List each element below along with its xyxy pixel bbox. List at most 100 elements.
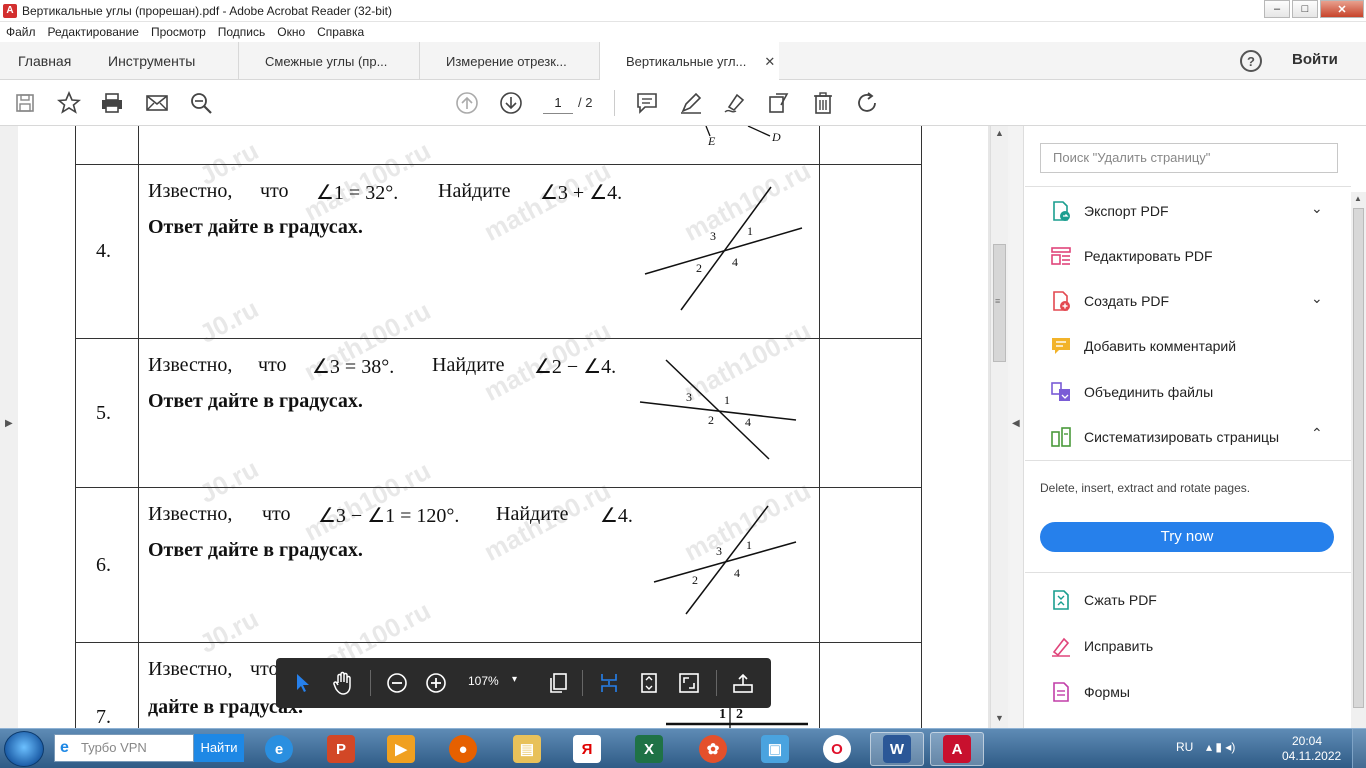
rotate-icon[interactable]: [854, 90, 880, 116]
close-button[interactable]: ✕: [1320, 0, 1364, 18]
tab-doc-adjacent-angles[interactable]: Смежные углы (пр...: [238, 42, 420, 80]
panel-scrollbar[interactable]: ▲: [1351, 192, 1366, 728]
scroll-down-icon[interactable]: ▼: [995, 713, 1004, 723]
zoom-dropdown-icon[interactable]: ▾: [512, 674, 517, 685]
share-edit-icon[interactable]: [766, 90, 792, 116]
trash-icon[interactable]: [810, 90, 836, 116]
collapse-right-icon[interactable]: ◀: [1012, 418, 1020, 429]
hand-tool-icon[interactable]: [330, 670, 356, 696]
sign-pen-icon[interactable]: [722, 90, 748, 116]
fit-page-icon[interactable]: [636, 670, 662, 696]
tool-organize-pages[interactable]: Систематизировать страницы: [1049, 425, 1279, 449]
figure-partial: E D: [705, 126, 781, 148]
tool-create-pdf[interactable]: Создать PDF: [1049, 289, 1169, 313]
document-scrollbar[interactable]: ▲ ≡ ▼: [990, 126, 1008, 728]
email-icon[interactable]: [144, 90, 170, 116]
compress-pdf-icon: [1049, 588, 1073, 612]
menu-window[interactable]: Окно: [277, 25, 305, 39]
export-tray-icon[interactable]: [730, 670, 756, 696]
media-player-app-icon[interactable]: ▶: [374, 732, 428, 766]
tool-fix[interactable]: Исправить: [1049, 634, 1153, 658]
task-word: что: [250, 658, 279, 680]
watermark: math100.ru: [298, 455, 436, 547]
bookmark-star-icon[interactable]: [56, 90, 82, 116]
scroll-thumb[interactable]: [1353, 208, 1364, 708]
panel-divider: [1025, 460, 1351, 461]
taskbar-search-button[interactable]: Найти: [194, 734, 244, 762]
task-answer-note: Ответ дайте в градусах.: [148, 539, 363, 561]
tool-add-comment[interactable]: Добавить комментарий: [1049, 334, 1236, 358]
minimize-button[interactable]: –: [1264, 0, 1290, 18]
right-panel-toggle[interactable]: ◀: [1008, 126, 1024, 728]
menu-help[interactable]: Справка: [317, 25, 364, 39]
taskbar-search-input[interactable]: e Турбо VPN: [54, 734, 194, 762]
explorer-app-icon[interactable]: ▤: [500, 732, 554, 766]
fit-width-icon[interactable]: [596, 670, 622, 696]
tool-forms[interactable]: Формы: [1049, 680, 1130, 704]
task-number: 4.: [96, 240, 111, 262]
powerpoint-app-icon[interactable]: P: [314, 732, 368, 766]
expand-left-icon[interactable]: ▶: [5, 418, 13, 429]
select-cursor-icon[interactable]: [290, 670, 316, 696]
menu-sign[interactable]: Подпись: [218, 25, 266, 39]
left-panel-toggle[interactable]: ▶: [0, 126, 18, 728]
acrobat-app-icon[interactable]: A: [930, 732, 984, 766]
window-title: Вертикальные углы (прорешан).pdf - Adobe…: [22, 3, 392, 18]
tool-compress-pdf[interactable]: Сжать PDF: [1049, 588, 1157, 612]
next-page-icon[interactable]: [498, 90, 524, 116]
fullscreen-icon[interactable]: [676, 670, 702, 696]
menu-edit[interactable]: Редактирование: [48, 25, 139, 39]
opera-app-icon[interactable]: O: [810, 732, 864, 766]
comment-icon[interactable]: [634, 90, 660, 116]
menu-file[interactable]: Файл: [6, 25, 36, 39]
save-icon[interactable]: [12, 90, 38, 116]
tool-export-pdf[interactable]: Экспорт PDF: [1049, 199, 1169, 223]
language-indicator[interactable]: RU: [1176, 740, 1193, 754]
print-icon[interactable]: [99, 90, 125, 116]
tool-label: Добавить комментарий: [1084, 338, 1237, 354]
zoom-search-icon[interactable]: [188, 90, 214, 116]
reels-app-icon[interactable]: ✿: [686, 732, 740, 766]
tab-tools[interactable]: Инструменты: [108, 42, 195, 80]
tools-search-input[interactable]: Поиск "Удалить страницу": [1040, 143, 1338, 173]
menu-view[interactable]: Просмотр: [151, 25, 206, 39]
scroll-up-icon[interactable]: ▲: [995, 128, 1004, 138]
help-icon[interactable]: ?: [1240, 50, 1262, 72]
zoom-level[interactable]: 107%: [468, 674, 499, 688]
signin-link[interactable]: Войти: [1292, 51, 1338, 68]
title-bar: A Вертикальные углы (прорешан).pdf - Ado…: [0, 0, 1366, 22]
scroll-up-icon[interactable]: ▲: [1354, 194, 1362, 203]
maximize-button[interactable]: □: [1292, 0, 1318, 18]
tab-doc-segment-measure[interactable]: Измерение отрезк...: [419, 42, 599, 80]
tool-edit-pdf[interactable]: Редактировать PDF: [1049, 244, 1213, 268]
chevron-down-icon[interactable]: ⌄: [1311, 200, 1323, 217]
zoom-in-icon[interactable]: [423, 670, 449, 696]
page-view-icon[interactable]: [545, 670, 571, 696]
tab-close-icon[interactable]: ✕: [764, 54, 775, 70]
ie-app-icon[interactable]: e: [252, 732, 306, 766]
clock[interactable]: 20:04 04.11.2022: [1282, 734, 1341, 764]
edge-e-icon: e: [60, 739, 69, 756]
chevron-down-icon[interactable]: ⌄: [1311, 290, 1323, 307]
excel-app-icon[interactable]: X: [622, 732, 676, 766]
highlight-pen-icon[interactable]: [678, 90, 704, 116]
prev-page-icon[interactable]: [454, 90, 480, 116]
viewer-app-icon[interactable]: ▣: [748, 732, 802, 766]
tab-home[interactable]: Главная: [18, 42, 71, 80]
zoom-out-icon[interactable]: [384, 670, 410, 696]
angle-label: 3: [716, 544, 722, 558]
page-number-input[interactable]: 1: [543, 92, 573, 114]
firefox-app-icon[interactable]: ●: [436, 732, 490, 766]
angle-label: 4: [734, 566, 740, 580]
fix-pen-icon: [1049, 634, 1073, 658]
tab-doc-vertical-angles[interactable]: Вертикальные угл... ✕: [599, 42, 779, 81]
tool-label: Экспорт PDF: [1084, 203, 1169, 219]
start-button[interactable]: [4, 731, 44, 767]
tray-icons[interactable]: ▴ ▮ ◂): [1206, 740, 1235, 754]
chevron-up-icon[interactable]: ⌃: [1311, 425, 1323, 442]
try-now-button[interactable]: Try now: [1040, 522, 1334, 552]
word-app-icon[interactable]: W: [870, 732, 924, 766]
show-desktop-button[interactable]: [1352, 729, 1366, 768]
tool-combine-files[interactable]: Объединить файлы: [1049, 380, 1213, 404]
yandex-app-icon[interactable]: Я: [560, 732, 614, 766]
